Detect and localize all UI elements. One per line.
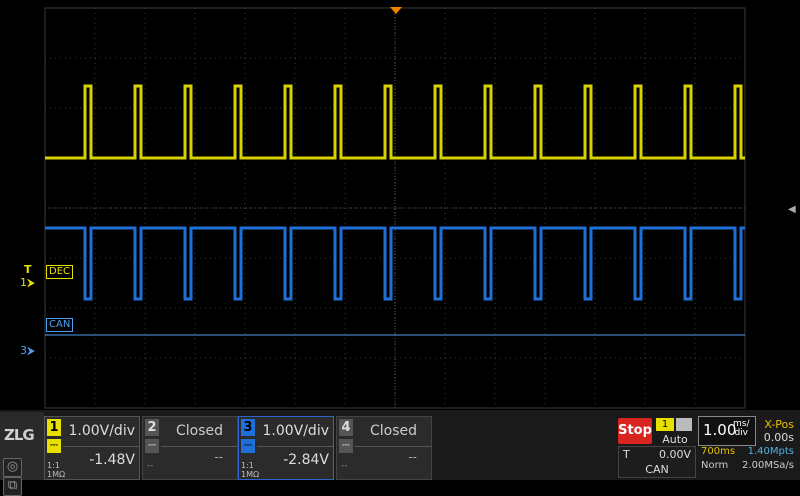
ch3-offset: -2.84V — [283, 452, 329, 468]
trigger-edge-icon[interactable] — [676, 418, 692, 431]
points-count: 1.40Mpts — [747, 446, 794, 457]
trigger-label: T — [623, 448, 630, 461]
ch3-panel[interactable]: 3 ⎓ 1:1 1MΩ 1.00V/div -2.84V — [238, 416, 334, 480]
timebase-box[interactable]: 1.00 ms/div — [698, 416, 756, 446]
ch3-tag: 3 — [241, 419, 255, 436]
ch2-panel[interactable]: 2 ⎓ Closed -- -- — [142, 416, 238, 480]
trigger-source[interactable]: 1 — [656, 418, 674, 431]
ch2-impedance: -- — [147, 461, 154, 471]
waveform-display[interactable] — [0, 0, 800, 410]
dc-coupling-icon: ⎓ — [145, 439, 159, 453]
trigger-mode[interactable]: Auto — [656, 433, 694, 446]
dc-coupling-icon: ⎓ — [47, 439, 61, 453]
xpos-value[interactable]: 0.00s — [764, 431, 794, 444]
side-menu-arrow-icon[interactable]: ◀ — [788, 204, 796, 215]
ch1-tag: 1 — [47, 419, 61, 436]
brand-logo: ZLG — [4, 426, 35, 444]
dc-coupling-icon: ⎓ — [241, 439, 255, 453]
ch2-offset: -- — [214, 450, 223, 464]
ch3-impedance: 1:1 1MΩ — [241, 461, 260, 479]
ch4-status: Closed — [369, 423, 417, 439]
acquisition-mode[interactable]: Norm — [701, 460, 728, 471]
trigger-panel[interactable]: T 0.00V CAN — [618, 446, 696, 478]
memory-depth: 700ms — [701, 446, 736, 457]
ch2-tag: 2 — [145, 419, 159, 436]
dc-coupling-icon: ⎓ — [339, 439, 353, 453]
trigger-level: 0.00V — [658, 448, 691, 461]
ch3-ground-marker[interactable]: 3⮞ — [20, 344, 35, 358]
ch1-offset: -1.48V — [89, 452, 135, 468]
ch4-tag: 4 — [339, 419, 353, 436]
ch1-impedance: 1:1 1MΩ — [47, 461, 66, 479]
ch2-status: Closed — [175, 423, 223, 439]
sample-rate: 2.00MSa/s — [742, 460, 794, 471]
logo-area: ZLG ◎⧉ — [0, 412, 44, 496]
ch4-offset: -- — [408, 450, 417, 464]
ch4-panel[interactable]: 4 ⎓ Closed -- -- — [336, 416, 432, 480]
ch1-panel[interactable]: 1 ⎓ 1:1 1MΩ 1.00V/div -1.48V — [44, 416, 140, 480]
run-stop-button[interactable]: Stop — [618, 418, 652, 444]
timebase-unit: ms/div — [733, 419, 750, 438]
trigger-level-marker[interactable]: T — [24, 263, 32, 276]
ch1-protocol-label: DEC — [46, 265, 74, 279]
timebase-value: 1.00 — [703, 421, 737, 439]
xpos-label: X-Pos — [764, 418, 794, 431]
ch3-protocol-label: CAN — [46, 318, 74, 332]
trigger-type: CAN — [645, 463, 669, 476]
ch4-impedance: -- — [341, 461, 348, 471]
camera-icon[interactable]: ◎ — [3, 458, 22, 477]
ch1-ground-marker[interactable]: 1⮞ — [20, 276, 35, 290]
ch3-scale: 1.00V/div — [262, 423, 329, 439]
ch1-scale: 1.00V/div — [68, 423, 135, 439]
